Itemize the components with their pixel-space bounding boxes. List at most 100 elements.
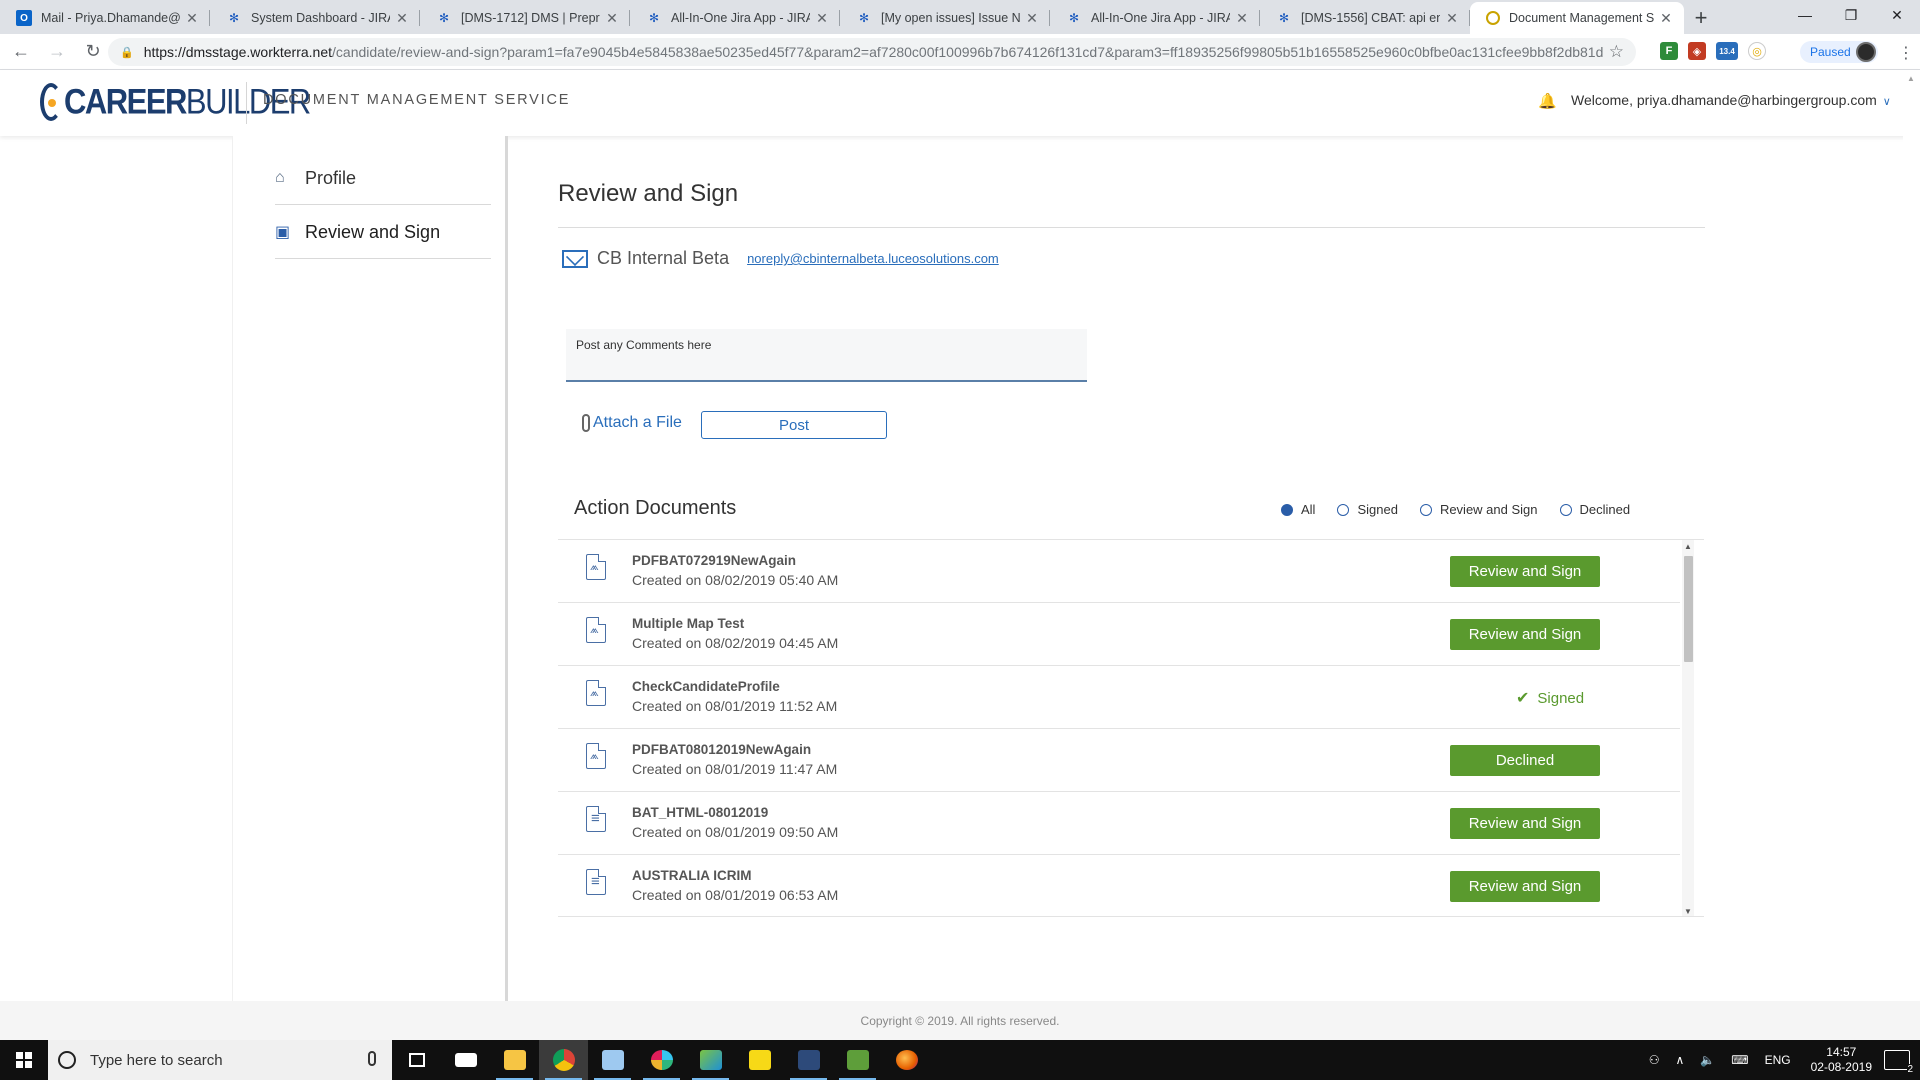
start-button[interactable] (0, 1040, 48, 1080)
forward-arrow-icon[interactable]: → (42, 37, 72, 67)
sidebar-item-profile[interactable]: ⌂ Profile (275, 152, 491, 205)
copyright-text: Copyright © 2019. All rights reserved. (860, 1013, 1060, 1028)
app-header: CAREERBUILDER DOCUMENT MANAGEMENT SERVIC… (0, 70, 1920, 136)
user-menu[interactable]: Welcome, priya.dhamande@harbingergroup.c… (1571, 92, 1891, 108)
document-row: AUSTRALIA ICRIM Created on 08/01/2019 06… (558, 855, 1680, 916)
filter-all[interactable]: All (1281, 502, 1315, 517)
menu-kebab-icon[interactable]: ⋮ (1898, 43, 1914, 63)
jira-icon: ✻ (1068, 11, 1080, 25)
page-scrollbar[interactable]: ▲ (1903, 70, 1920, 1000)
document-row: BAT_HTML-08012019 Created on 08/01/2019 … (558, 792, 1680, 855)
close-tab-icon[interactable]: ✕ (1658, 10, 1674, 27)
browser-tab[interactable]: ✻ System Dashboard - JIRA ✕ (210, 2, 420, 34)
close-tab-icon[interactable]: ✕ (394, 10, 410, 27)
browser-tab[interactable]: ✻ [DMS-1712] DMS | Preprod ✕ (420, 2, 630, 34)
close-tab-icon[interactable]: ✕ (1024, 10, 1040, 27)
tab-title: All-In-One Jira App - JIRA (671, 11, 810, 25)
clock[interactable]: 14:57 02-08-2019 (1811, 1045, 1872, 1075)
filter-signed[interactable]: Signed (1337, 502, 1398, 517)
kotlin-app-icon[interactable] (686, 1040, 735, 1080)
browser-tab[interactable]: ✻ All-In-One Jira App - JIRA ✕ (1050, 2, 1260, 34)
calculator-app-icon[interactable] (833, 1040, 882, 1080)
radio-button[interactable] (1559, 503, 1572, 516)
declined-button[interactable]: Declined (1450, 745, 1600, 776)
firefox-icon[interactable] (882, 1040, 931, 1080)
close-tab-icon[interactable]: ✕ (1444, 10, 1460, 27)
bell-icon[interactable]: 🔔 (1538, 92, 1557, 110)
ring-extension-icon[interactable]: ◎ (1748, 42, 1766, 60)
keyboard-icon[interactable]: ⌨ (1731, 1053, 1748, 1067)
notepad-icon[interactable] (588, 1040, 637, 1080)
mail-app-icon[interactable] (441, 1040, 490, 1080)
people-icon[interactable]: ⚇ (1649, 1053, 1660, 1067)
url-input[interactable]: 🔒 https://dmsstage.workterra.net/candida… (108, 38, 1636, 66)
document-name: PDFBAT072919NewAgain (632, 553, 797, 568)
scroll-up-icon[interactable]: ▲ (1907, 74, 1915, 83)
dms-icon (1486, 11, 1500, 25)
scroll-up-icon[interactable]: ▲ (1684, 542, 1692, 551)
scroll-thumb[interactable] (1684, 556, 1693, 662)
close-tab-icon[interactable]: ✕ (814, 10, 830, 27)
shield-extension-icon[interactable]: ◈ (1688, 42, 1706, 60)
browser-tab[interactable]: O Mail - Priya.Dhamande@ca ✕ (0, 2, 210, 34)
scroll-down-icon[interactable]: ▼ (1684, 907, 1692, 916)
comment-input[interactable]: Post any Comments here (566, 329, 1087, 382)
browser-tab[interactable]: ✻ All-In-One Jira App - JIRA ✕ (630, 2, 840, 34)
sender-email-link[interactable]: noreply@cbinternalbeta.luceosolutions.co… (747, 251, 999, 266)
attach-file-link[interactable]: Attach a File (582, 414, 682, 432)
taskbar-search-input[interactable]: Type here to search (48, 1040, 392, 1080)
new-tab-button[interactable]: + (1684, 2, 1718, 34)
clock-date: 02-08-2019 (1810, 1060, 1872, 1074)
file-explorer-icon[interactable] (490, 1040, 539, 1080)
tab-title: All-In-One Jira App - JIRA (1091, 11, 1230, 25)
database-app-icon[interactable] (784, 1040, 833, 1080)
review-and-sign-button[interactable]: Review and Sign (1450, 808, 1600, 839)
post-button[interactable]: Post (701, 411, 887, 439)
profile-button[interactable]: Paused (1800, 41, 1878, 63)
signed-status: ✔ Signed (1516, 688, 1584, 708)
jira-icon: ✻ (1278, 11, 1290, 25)
filter-declined[interactable]: Declined (1559, 502, 1631, 517)
sheets-extension-icon[interactable]: F (1660, 42, 1678, 60)
microphone-icon[interactable] (368, 1051, 376, 1066)
review-and-sign-button[interactable]: Review and Sign (1450, 619, 1600, 650)
close-tab-icon[interactable]: ✕ (1234, 10, 1250, 27)
chrome-icon[interactable] (539, 1040, 588, 1080)
back-arrow-icon[interactable]: ← (6, 37, 36, 67)
filter-review-and-sign[interactable]: Review and Sign (1419, 502, 1538, 517)
counter-extension-icon[interactable]: 13.4 (1716, 42, 1738, 60)
action-center-icon[interactable]: 2 (1884, 1050, 1913, 1075)
tab-title: Mail - Priya.Dhamande@ca (41, 11, 180, 25)
browser-tab[interactable]: ✻ [My open issues] Issue Navi ✕ (840, 2, 1050, 34)
tab-title: System Dashboard - JIRA (251, 11, 390, 25)
radio-button[interactable] (1281, 503, 1293, 516)
lock-icon: 🔒 (120, 46, 134, 59)
volume-icon[interactable]: 🔈 (1700, 1053, 1715, 1067)
sticky-notes-icon[interactable] (735, 1040, 784, 1080)
slack-icon[interactable] (637, 1040, 686, 1080)
sidebar-item-review-and-sign[interactable]: ▣ Review and Sign (275, 206, 491, 259)
minimize-icon[interactable]: — (1782, 0, 1828, 30)
reload-icon[interactable]: ↻ (78, 37, 108, 67)
document-list-scrollbar[interactable]: ▲ ▼ (1682, 540, 1694, 916)
close-tab-icon[interactable]: ✕ (604, 10, 620, 27)
html-file-icon (586, 806, 606, 832)
close-window-icon[interactable]: ✕ (1874, 0, 1920, 30)
restore-icon[interactable]: ❐ (1828, 0, 1874, 30)
language-indicator[interactable]: ENG (1765, 1053, 1791, 1067)
task-view-icon[interactable] (392, 1040, 441, 1080)
tab-title: [DMS-1556] CBAT: api endp (1301, 11, 1440, 25)
browser-tab[interactable]: ✻ [DMS-1556] CBAT: api endp ✕ (1260, 2, 1470, 34)
review-and-sign-button[interactable]: Review and Sign (1450, 556, 1600, 587)
radio-button[interactable] (1337, 503, 1350, 516)
review-and-sign-button[interactable]: Review and Sign (1450, 871, 1600, 902)
close-tab-icon[interactable]: ✕ (184, 10, 200, 27)
sidebar: ⌂ Profile ▣ Review and Sign (232, 136, 508, 1001)
outlook-icon: O (16, 10, 32, 26)
document-name: CheckCandidateProfile (632, 679, 780, 694)
bookmark-star-icon[interactable]: ☆ (1609, 42, 1624, 62)
browser-tab-active[interactable]: Document Management Se ✕ (1470, 2, 1684, 34)
radio-button[interactable] (1419, 503, 1432, 516)
chevron-up-icon[interactable]: ∧ (1676, 1053, 1685, 1067)
filter-label: Declined (1579, 502, 1631, 517)
